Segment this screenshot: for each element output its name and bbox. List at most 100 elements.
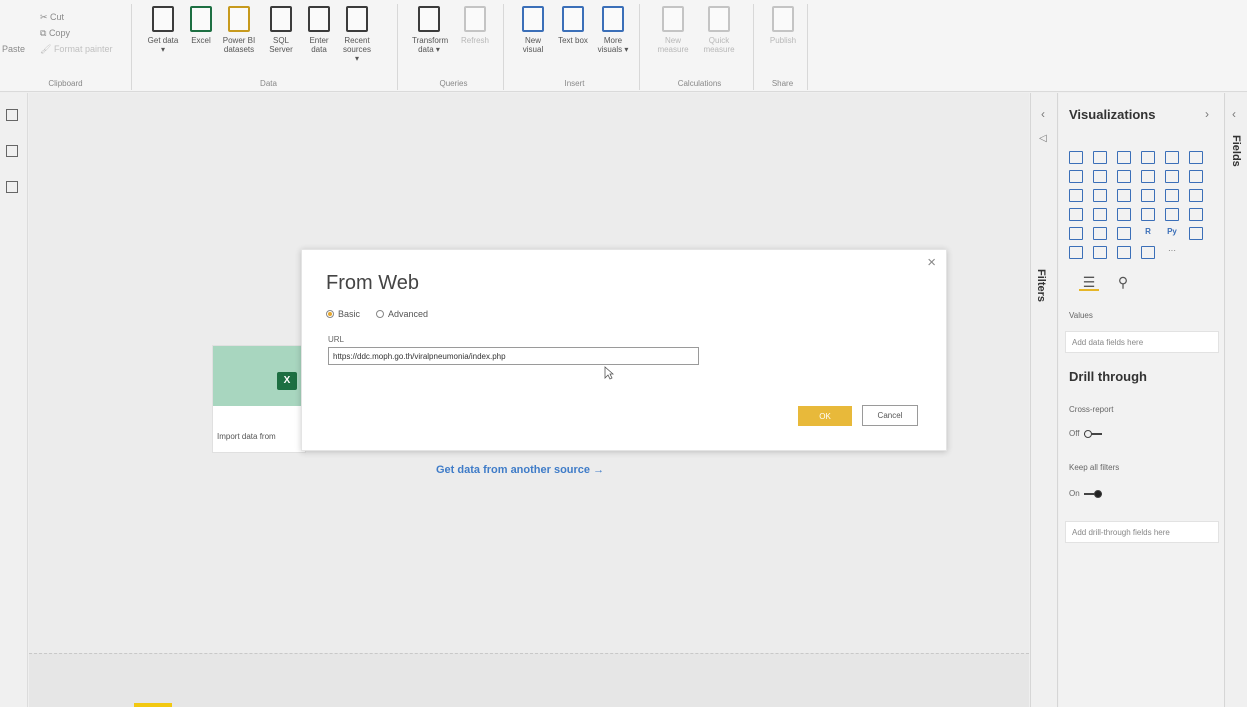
chevron-right-icon[interactable]: › xyxy=(1205,107,1209,121)
filters-pane[interactable]: ‹ ◁ Filters xyxy=(1030,93,1058,707)
excel-button[interactable]: Excel xyxy=(184,6,218,45)
donut-chart-icon[interactable] xyxy=(1165,189,1179,202)
viz-pane-tabs: ☰ ⚲ xyxy=(1079,273,1133,291)
paste-button[interactable]: Paste xyxy=(2,44,25,54)
url-label: URL xyxy=(328,335,345,344)
refresh-button[interactable]: Refresh xyxy=(458,6,492,45)
advanced-radio[interactable] xyxy=(376,310,385,318)
line-and-clustered-column-chart-icon[interactable] xyxy=(1165,170,1179,183)
refresh-label: Refresh xyxy=(460,36,489,45)
power-bi-datasets-icon xyxy=(228,6,250,32)
values-drop-zone[interactable]: Add data fields here xyxy=(1065,331,1219,353)
toggle-knob xyxy=(1093,489,1102,498)
r-visual-icon[interactable]: R xyxy=(1141,227,1155,240)
stacked-column-chart-icon[interactable] xyxy=(1093,151,1107,164)
toggle-track xyxy=(1083,489,1102,498)
recent-sources-button[interactable]: Recent sources ▾ xyxy=(340,6,374,63)
scatter-chart-icon[interactable] xyxy=(1117,189,1131,202)
multi-row-card-icon[interactable] xyxy=(1165,208,1179,221)
python-visual-icon[interactable]: Py xyxy=(1165,227,1179,240)
get-data-icon xyxy=(152,6,174,32)
drill-through-title: Drill through xyxy=(1069,369,1147,384)
area-chart-icon[interactable] xyxy=(1093,170,1107,183)
share-group: Publish Share xyxy=(758,4,808,90)
cross-report-label: Cross-report xyxy=(1069,405,1114,414)
sql-server-button[interactable]: SQL Server xyxy=(264,6,298,54)
more-visuals-button[interactable]: More visuals ▾ xyxy=(596,6,630,54)
format-paint-roller-icon[interactable]: ⚲ xyxy=(1113,273,1133,291)
gauge-icon[interactable] xyxy=(1117,208,1131,221)
fields-tab-icon[interactable]: ☰ xyxy=(1079,273,1099,291)
100-stacked-column-chart-icon[interactable] xyxy=(1189,151,1203,164)
smart-narrative-icon[interactable] xyxy=(1117,246,1131,259)
100-stacked-bar-chart-icon[interactable] xyxy=(1165,151,1179,164)
power-bi-datasets-button[interactable]: Power BI datasets xyxy=(222,6,256,54)
slicer-icon[interactable] xyxy=(1069,227,1083,240)
kpi-icon[interactable] xyxy=(1189,208,1203,221)
drill-through-drop-zone[interactable]: Add drill-through fields here xyxy=(1065,521,1219,543)
get-data-button[interactable]: Get data ▾ xyxy=(146,6,180,54)
tile-label: Import data from xyxy=(217,432,276,441)
table-icon[interactable] xyxy=(1093,227,1107,240)
toggle-track xyxy=(1083,429,1102,438)
new-visual-button[interactable]: New visual xyxy=(516,6,550,54)
map-icon[interactable] xyxy=(1069,208,1083,221)
qna-icon[interactable] xyxy=(1093,246,1107,259)
transform-data-button[interactable]: Transform data ▾ xyxy=(412,6,448,54)
arcgis-map-icon[interactable] xyxy=(1141,246,1155,259)
chevron-left-icon[interactable]: ‹ xyxy=(1041,107,1045,121)
cut-button[interactable]: ✂ Cut xyxy=(40,12,64,23)
line-chart-icon[interactable] xyxy=(1069,170,1083,183)
import-excel-tile[interactable]: X Import data from xyxy=(212,345,306,453)
cancel-button[interactable]: Cancel xyxy=(862,405,918,426)
recent-sources-label: Recent sources xyxy=(342,36,371,54)
format-painter-button[interactable]: 🖌 Format painter xyxy=(40,44,112,55)
dialog-title: From Web xyxy=(326,272,419,294)
key-influencers-icon[interactable] xyxy=(1189,227,1203,240)
keep-all-filters-toggle[interactable]: On xyxy=(1069,489,1102,498)
basic-label[interactable]: Basic xyxy=(338,309,360,319)
report-view-icon[interactable] xyxy=(6,109,18,121)
publish-button[interactable]: Publish xyxy=(766,6,800,45)
close-icon[interactable]: × xyxy=(927,254,936,271)
chevron-left-icon[interactable]: ‹ xyxy=(1232,107,1236,121)
stacked-area-chart-icon[interactable] xyxy=(1117,170,1131,183)
funnel-chart-icon[interactable] xyxy=(1093,189,1107,202)
advanced-label[interactable]: Advanced xyxy=(388,309,428,319)
basic-radio[interactable] xyxy=(326,310,334,318)
cross-report-toggle[interactable]: Off xyxy=(1069,429,1102,438)
copy-button[interactable]: ⧉ Copy xyxy=(40,28,70,39)
url-input[interactable] xyxy=(328,347,699,365)
decomposition-tree-icon[interactable] xyxy=(1069,246,1083,259)
new-measure-button[interactable]: New measure xyxy=(656,6,690,54)
more-visuals-icon[interactable]: ··· xyxy=(1165,246,1179,259)
data-view-icon[interactable] xyxy=(6,145,18,157)
model-view-icon[interactable] xyxy=(6,181,18,193)
clustered-bar-chart-icon[interactable] xyxy=(1117,151,1131,164)
treemap-icon[interactable] xyxy=(1189,189,1203,202)
excel-icon xyxy=(190,6,212,32)
sql-server-icon xyxy=(270,6,292,32)
keep-all-filters-state: On xyxy=(1069,489,1080,498)
text-box-button[interactable]: Text box xyxy=(556,6,590,45)
waterfall-chart-icon[interactable] xyxy=(1069,189,1083,202)
get-data-another-source-link[interactable]: Get data from another source → xyxy=(436,464,604,476)
filled-map-icon[interactable] xyxy=(1093,208,1107,221)
ok-button[interactable]: OK xyxy=(798,406,852,426)
new-measure-label: New measure xyxy=(657,36,689,54)
line-and-column-chart-icon[interactable] xyxy=(1141,170,1155,183)
card-icon[interactable] xyxy=(1141,208,1155,221)
fields-pane[interactable]: ‹ Fields xyxy=(1226,93,1247,707)
quick-measure-button[interactable]: Quick measure xyxy=(702,6,736,54)
pie-chart-icon[interactable] xyxy=(1141,189,1155,202)
cut-label: Cut xyxy=(50,12,65,22)
get-data-label: Get data xyxy=(147,36,179,45)
ribbon-chart-icon[interactable] xyxy=(1189,170,1203,183)
matrix-icon[interactable] xyxy=(1117,227,1131,240)
filter-collapse-icon[interactable]: ◁ xyxy=(1039,133,1047,144)
stacked-bar-chart-icon[interactable] xyxy=(1069,151,1083,164)
clustered-column-chart-icon[interactable] xyxy=(1141,151,1155,164)
page-tab-active[interactable] xyxy=(134,703,172,707)
visualizations-title: Visualizations xyxy=(1069,107,1156,122)
enter-data-button[interactable]: Enter data xyxy=(302,6,336,54)
